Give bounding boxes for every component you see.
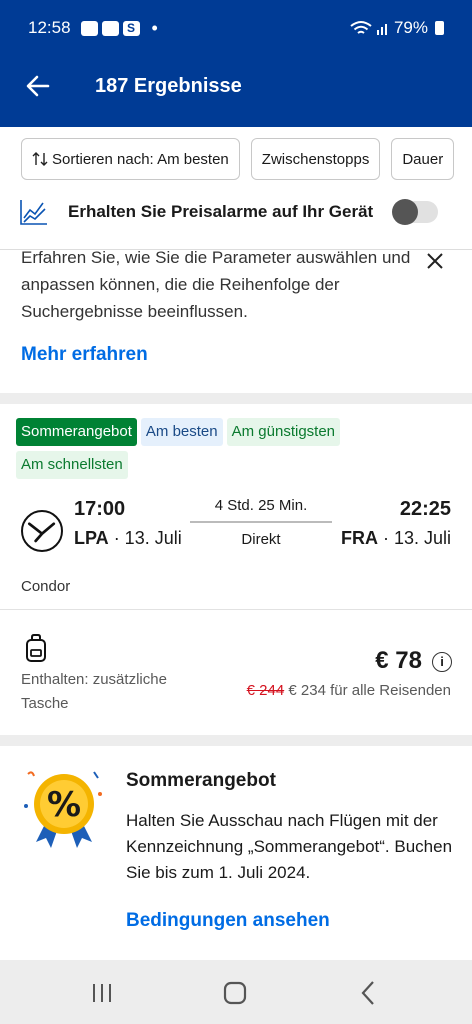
included-baggage: Enthalten: zusätzliche Tasche <box>21 671 167 712</box>
flight-line <box>190 521 332 523</box>
gallery-notification-icon <box>80 20 98 36</box>
summer-deal-badge: Sommerangebot <box>16 418 137 446</box>
airline-name: Condor <box>21 578 71 595</box>
old-price: € 244 <box>246 682 285 699</box>
best-badge: Am besten <box>140 418 223 446</box>
duration-filter-label: Dauer <box>402 150 444 168</box>
price-alert-toggle[interactable] <box>392 199 438 225</box>
more-notifications-dot: • <box>151 17 158 38</box>
learn-more-link[interactable]: Mehr erfahren <box>21 344 148 366</box>
sorting-info-card: Erfahren Sie, wie Sie die Parameter ausw… <box>0 249 472 393</box>
arrow-left-icon <box>26 75 50 97</box>
arrival-time: 22:25 <box>399 498 451 520</box>
close-icon[interactable] <box>424 250 446 272</box>
arrival-airport: FRA <box>340 528 378 548</box>
wifi-icon <box>350 21 372 34</box>
sort-label: Sortieren nach: Am besten <box>52 150 229 168</box>
price-chart-icon <box>20 200 47 225</box>
filter-bar: Sortieren nach: Am besten Zwischenstopps… <box>0 127 472 249</box>
cheapest-badge: Am günstigsten <box>226 418 341 446</box>
discount-badge-symbol: % <box>47 785 81 825</box>
status-time: 12:58 <box>28 18 71 37</box>
signal-icon <box>376 24 387 35</box>
total-price: € 234 für alle Reisenden <box>288 682 451 699</box>
discount-badge-icon: % <box>24 771 102 848</box>
price-alert-row: Erhalten Sie Preisalarme auf Ihr Gerät <box>19 195 438 229</box>
arrival-info: FRA · 13. Juli <box>341 528 451 549</box>
duration-filter-button[interactable]: Dauer <box>391 138 455 180</box>
back-nav-icon[interactable] <box>354 978 384 1008</box>
sort-button[interactable]: Sortieren nach: Am besten <box>21 138 240 180</box>
status-right: 79% <box>350 18 444 38</box>
info-icon[interactable]: i <box>432 652 452 672</box>
condor-logo-icon <box>21 510 63 552</box>
flight-result-card[interactable]: Sommerangebot Am besten Am günstigsten A… <box>0 404 472 735</box>
view-terms-link[interactable]: Bedingungen ansehen <box>126 910 330 932</box>
filter-chips: Sortieren nach: Am besten Zwischenstopps… <box>21 138 455 180</box>
battery-icon <box>435 21 444 35</box>
youtube-notification-icon <box>101 20 119 36</box>
app-bar: 187 Ergebnisse <box>0 66 472 106</box>
flight-price: € 78 <box>375 647 422 674</box>
arrival-date: · 13. Juli <box>382 528 451 548</box>
battery-percent: 79% <box>393 18 428 37</box>
system-nav-bar <box>0 962 472 1024</box>
promo-title: Sommerangebot <box>126 770 276 791</box>
status-bar: 12:58 S • 79% <box>28 16 444 40</box>
stops-filter-button[interactable]: Zwischenstopps <box>250 138 381 180</box>
summer-deal-promo-card: % Sommerangebot Halten Sie Ausschau nach… <box>0 746 472 960</box>
promo-text: Halten Sie Ausschau nach Flügen mit der … <box>126 811 453 882</box>
flight-duration: 4 Std. 25 Min. <box>214 497 308 514</box>
price-details: € 244 € 234 für alle Reisenden <box>247 682 451 699</box>
departure-info: LPA · 13. Juli <box>74 528 182 549</box>
toggle-knob <box>392 199 418 225</box>
sorting-info-text: Erfahren Sie, wie Sie die Parameter ausw… <box>21 249 411 321</box>
departure-date: · 13. Juli <box>113 528 182 548</box>
back-button[interactable] <box>18 66 58 106</box>
stops-filter-label: Zwischenstopps <box>261 150 370 168</box>
price-alert-label: Erhalten Sie Preisalarme auf Ihr Gerät <box>68 202 374 221</box>
app-header: 12:58 S • 79% 187 Ergebnisse <box>0 0 472 127</box>
fastest-badge: Am schnellsten <box>16 451 128 479</box>
departure-time: 17:00 <box>74 498 126 520</box>
flight-stops: Direkt <box>241 531 281 548</box>
departure-airport: LPA <box>74 528 109 548</box>
home-icon[interactable] <box>220 978 250 1008</box>
s-app-notification-icon: S <box>122 20 140 36</box>
flight-badges: Sommerangebot Am besten Am günstigsten A… <box>16 418 436 479</box>
divider <box>0 609 472 610</box>
recent-apps-icon[interactable] <box>87 978 117 1008</box>
sort-icon <box>32 152 48 166</box>
page-title: 187 Ergebnisse <box>95 74 242 97</box>
backpack-icon <box>26 634 46 662</box>
